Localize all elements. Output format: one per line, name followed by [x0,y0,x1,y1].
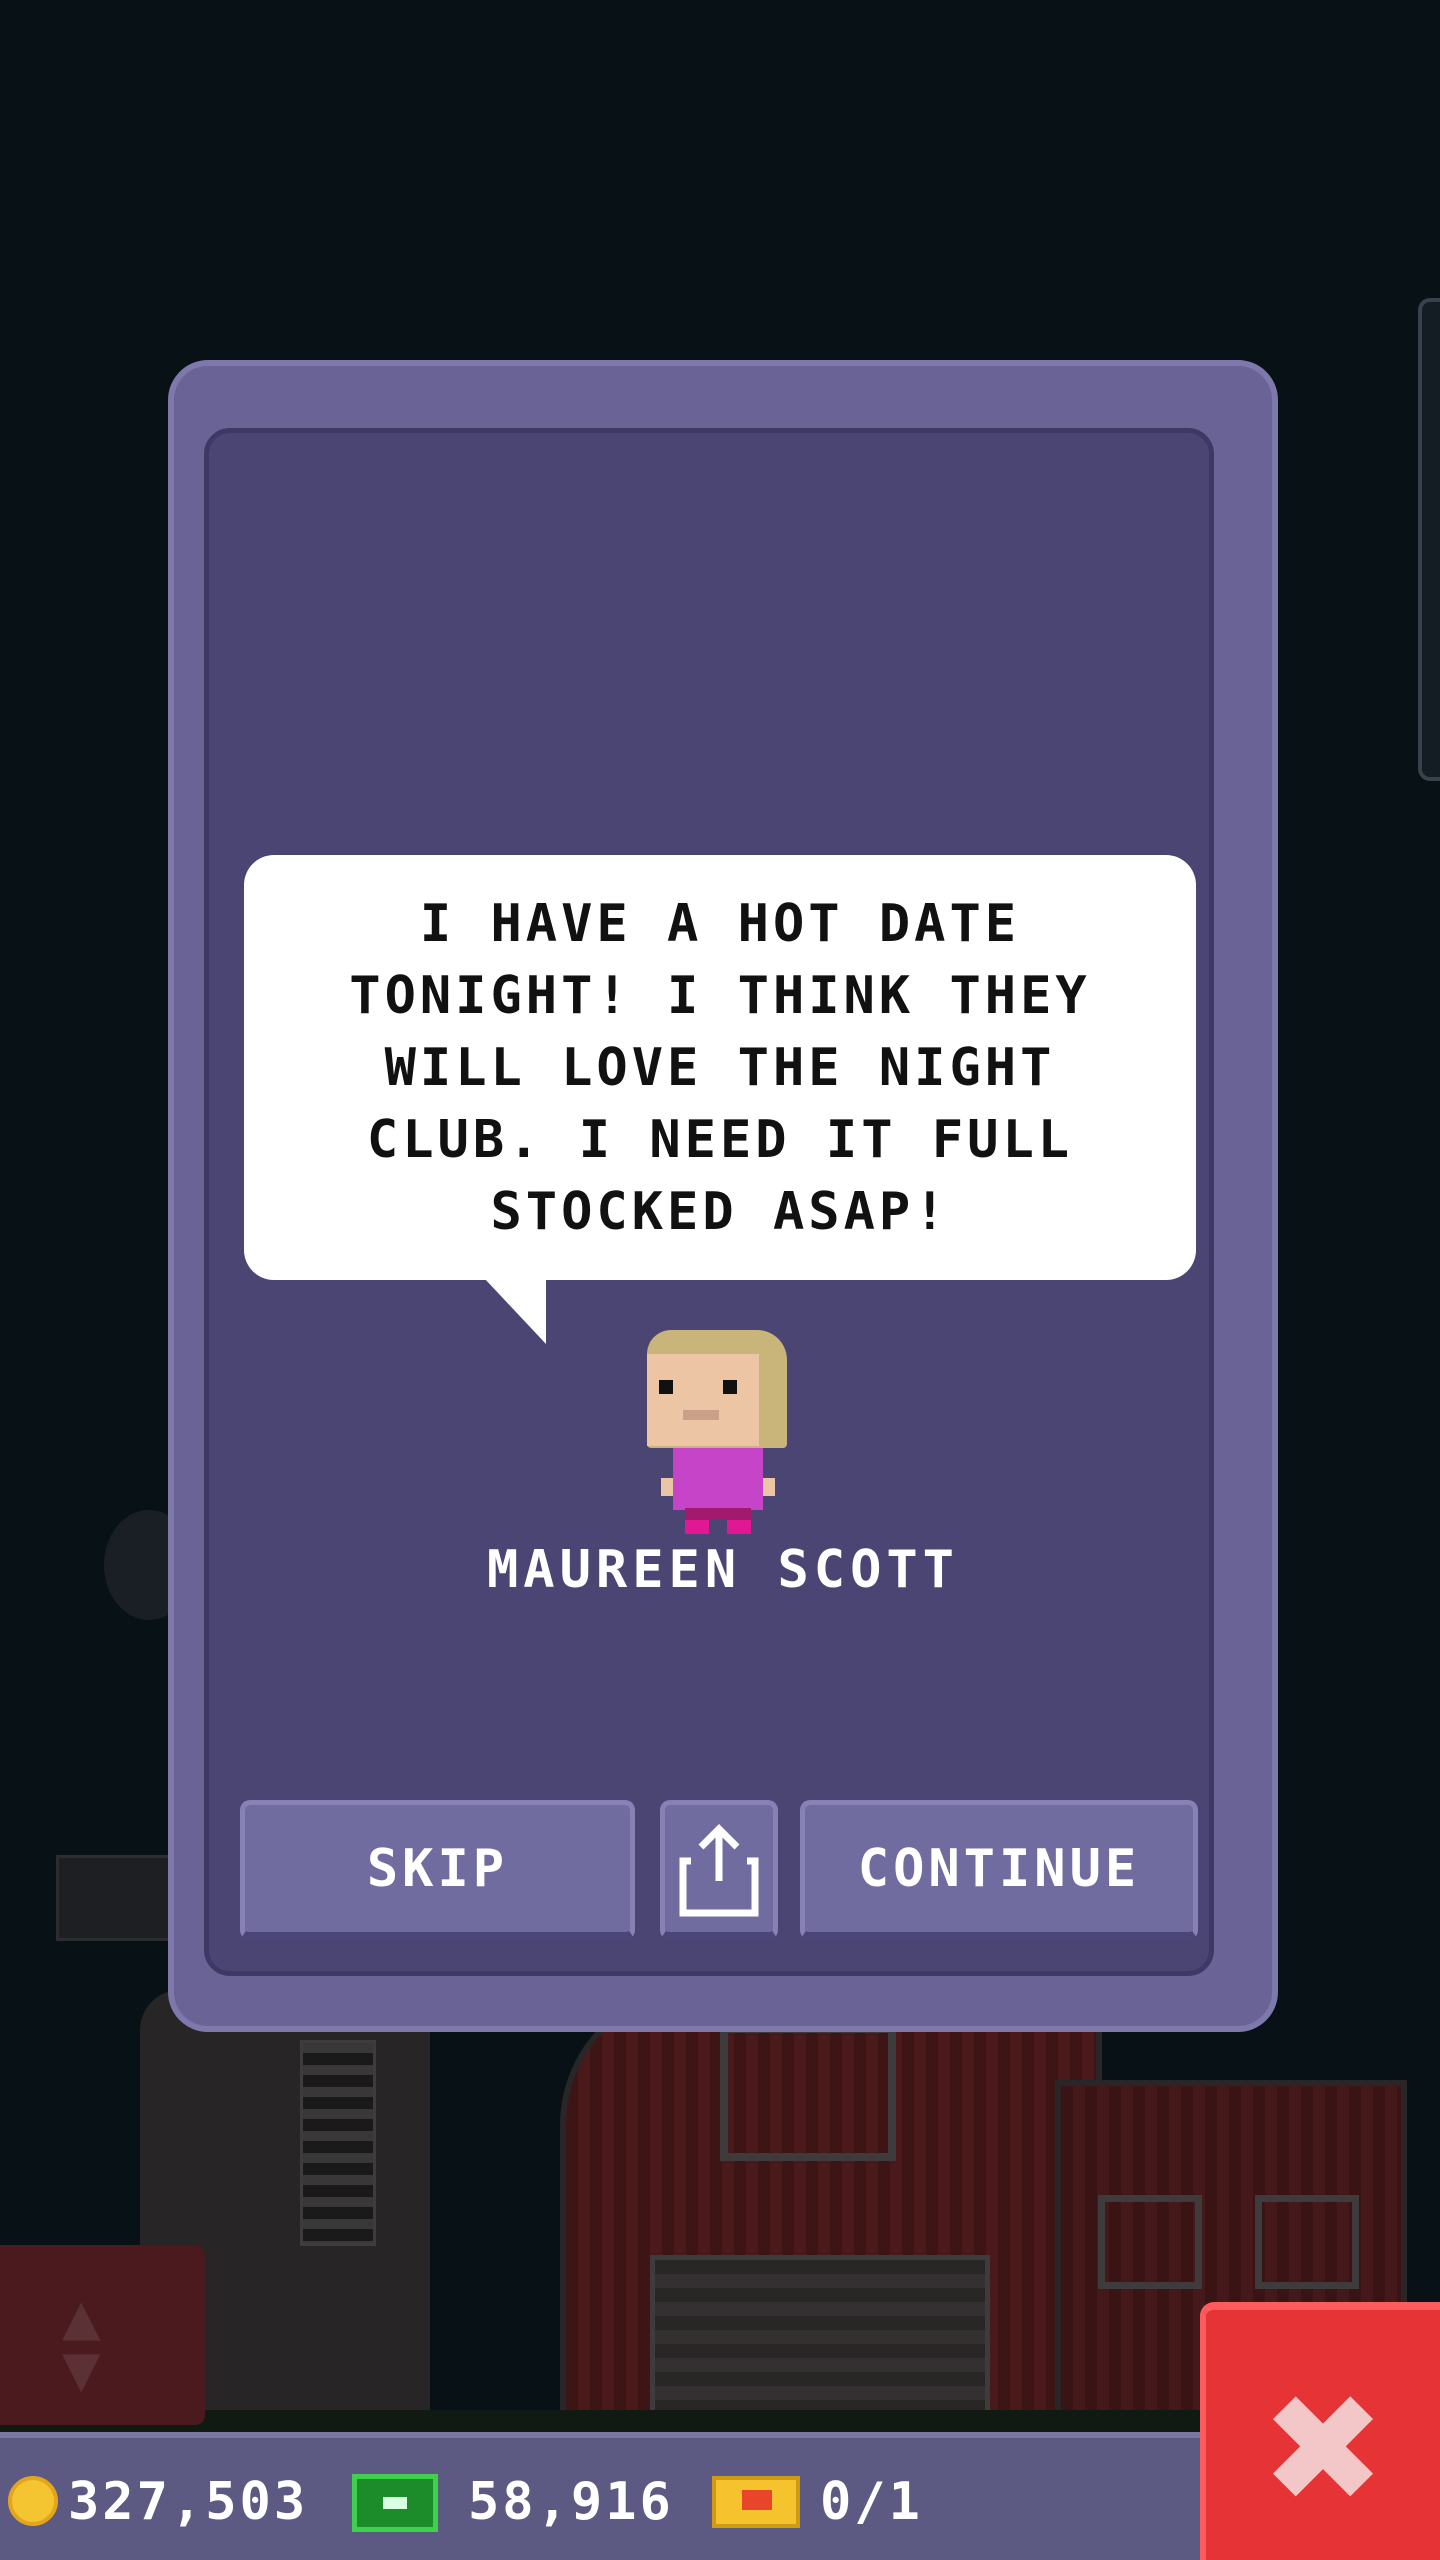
speech-bubble-tail [484,1278,546,1344]
bux-count: 58,916 [468,2472,674,2532]
close-icon: ✖ [1260,2363,1386,2537]
character-name: MAUREEN SCOTT [487,1540,959,1600]
barn-window [720,2025,896,2161]
elevator-arrows-icon: ▼ [62,2332,101,2406]
continue-button[interactable]: CONTINUE [800,1800,1198,1940]
ticket-count: 0/1 [820,2472,923,2532]
skip-button[interactable]: SKIP [240,1800,635,1940]
ticket-icon [712,2476,800,2528]
character-avatar [635,1330,795,1535]
dialog-message: I HAVE A HOT DATE TONIGHT! I THINK THEY … [349,893,1091,1242]
coin-icon [8,2476,58,2526]
share-icon [679,1823,759,1916]
barn-annex-window [1098,2195,1202,2289]
coin-count: 327,503 [68,2472,309,2532]
speech-bubble: I HAVE A HOT DATE TONIGHT! I THINK THEY … [244,855,1196,1280]
close-button[interactable]: ✖ [1200,2302,1440,2560]
barn-annex-window [1255,2195,1359,2289]
silo-ladder [300,2040,376,2246]
bux-icon [352,2474,438,2532]
side-drawer-tab[interactable] [1418,298,1440,781]
share-button[interactable] [660,1800,778,1940]
elevator-button[interactable]: ▲ ▼ [0,2245,205,2425]
